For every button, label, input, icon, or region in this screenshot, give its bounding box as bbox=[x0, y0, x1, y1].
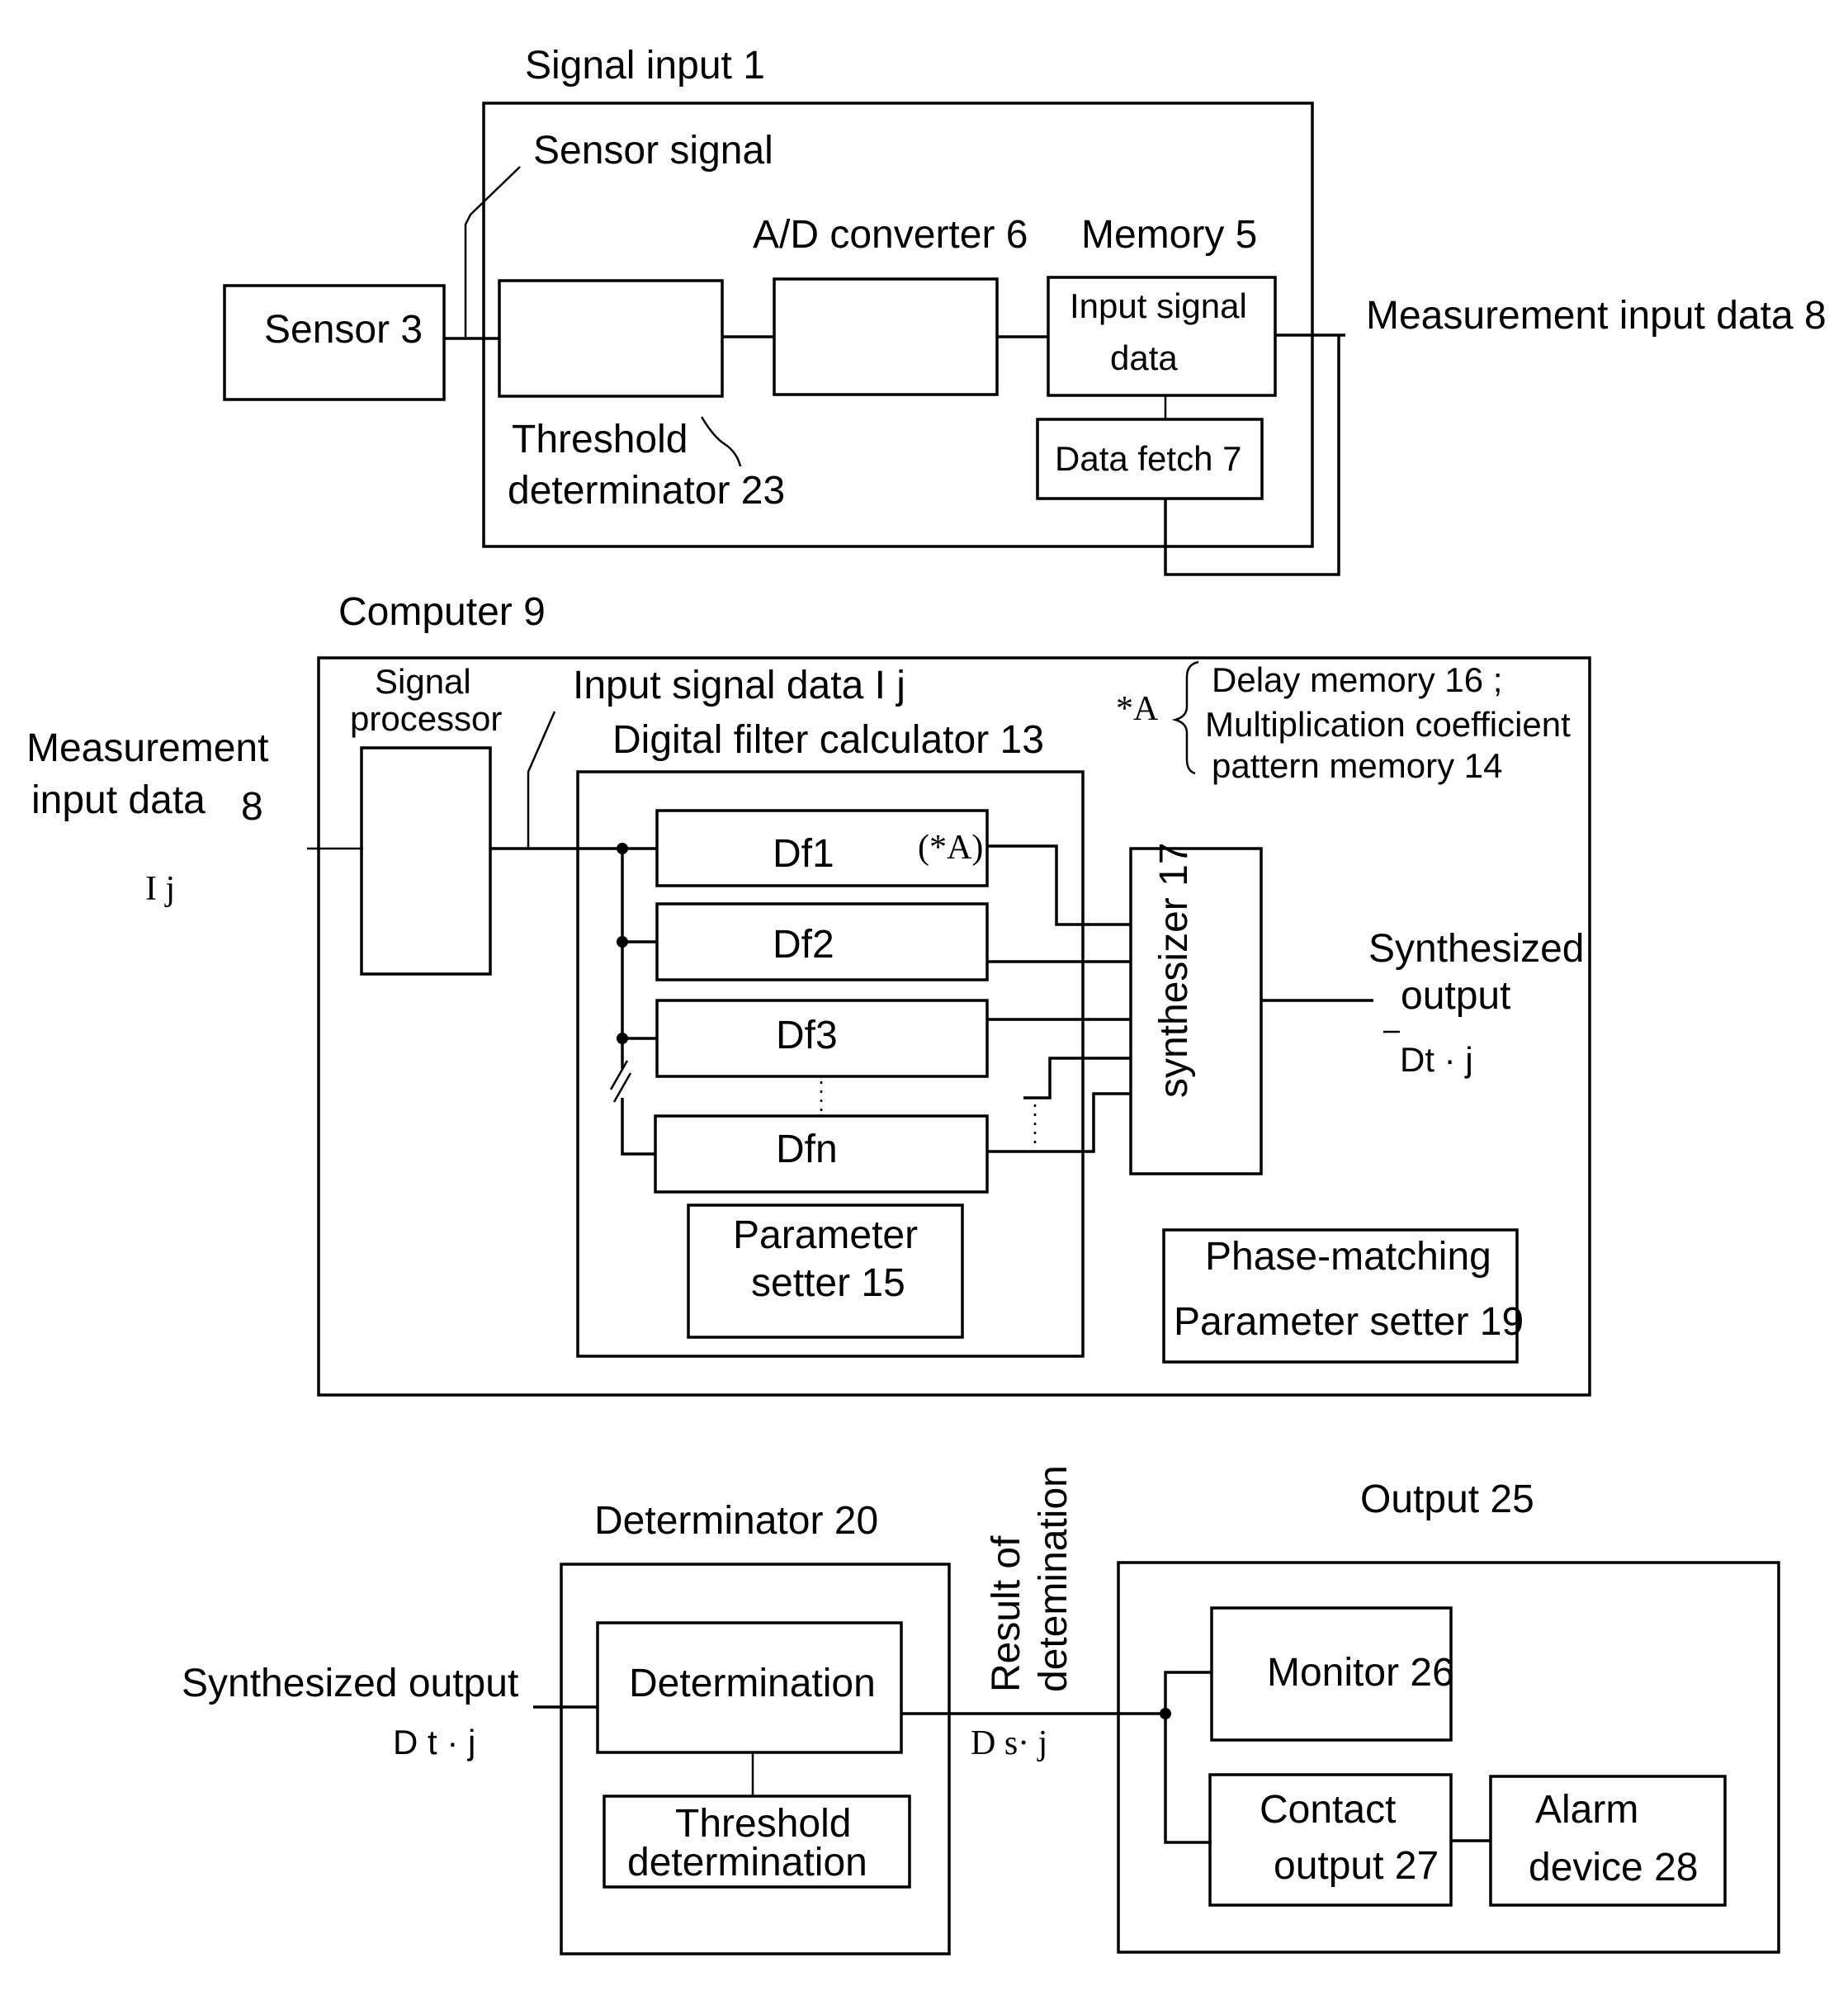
sensor-signal-label: Sensor signal bbox=[533, 129, 773, 173]
block-diagram: Signal input 1 Sensor 3 Sensor signal Th… bbox=[26, 44, 1827, 1955]
phase-matching-label-2: Parameter setter 19 bbox=[1174, 1300, 1524, 1344]
threshold-determinator-label-2: determinator 23 bbox=[508, 469, 785, 513]
wire-to-contact bbox=[1164, 1714, 1212, 1844]
filter-df1-note: (*A) bbox=[918, 829, 983, 867]
filter-dfn-label: Dfn bbox=[776, 1128, 838, 1171]
result-label-1: Result of bbox=[985, 1535, 1028, 1692]
wire-dfn-synth bbox=[987, 1092, 1131, 1153]
signal-input-title: Signal input 1 bbox=[525, 44, 765, 87]
memory-content-1: Input signal bbox=[1070, 286, 1247, 325]
signal-processor-label-1: Signal bbox=[375, 662, 471, 701]
contact-output-label-2: output 27 bbox=[1274, 1844, 1439, 1888]
determinator-section: Determinator 20 Synthesized output D t ·… bbox=[182, 1465, 1075, 1955]
break-mark bbox=[609, 1060, 632, 1103]
input-signal-data-label: Input signal data I j bbox=[573, 664, 905, 707]
wire-dfx-synth bbox=[1023, 1057, 1131, 1099]
synth-output-label-2: output bbox=[1401, 974, 1510, 1018]
computer-section: Computer 9 Measurement input data 8 I j … bbox=[26, 590, 1591, 1397]
computer-input-label-2: input data bbox=[31, 778, 206, 822]
signal-processor-box bbox=[360, 746, 492, 976]
computer-input-label-num: 8 bbox=[241, 785, 263, 829]
junction-df1 bbox=[617, 843, 628, 854]
determinator-input-symbol: D t · j bbox=[393, 1723, 475, 1761]
parameter-setter-label-2: setter 15 bbox=[751, 1261, 905, 1305]
synthesizer-label: synthesizer 17 bbox=[1152, 843, 1196, 1099]
threshold-determination-label-2: determination bbox=[627, 1841, 867, 1884]
note-brace bbox=[1171, 660, 1199, 775]
output-title: Output 25 bbox=[1360, 1478, 1534, 1521]
computer-input-symbol: I j bbox=[145, 870, 175, 908]
signal-processor-label-2: processor bbox=[350, 699, 502, 738]
computer-title: Computer 9 bbox=[338, 590, 546, 634]
contact-output-label-1: Contact bbox=[1260, 1788, 1396, 1832]
signal-input-section: Signal input 1 Sensor 3 Sensor signal Th… bbox=[223, 44, 1827, 576]
data-fetch-label: Data fetch 7 bbox=[1055, 439, 1241, 478]
filter-df3-label: Df3 bbox=[776, 1014, 838, 1057]
wire-df1-synth bbox=[987, 844, 1131, 926]
synthesizer-box bbox=[1129, 847, 1263, 1175]
note-marker: *A bbox=[1116, 690, 1159, 728]
synth-output-label-1: Synthesized bbox=[1368, 927, 1585, 971]
determinator-input-label: Synthesized output bbox=[182, 1662, 518, 1705]
wire-to-monitor bbox=[1164, 1671, 1212, 1714]
ad-converter-box bbox=[773, 277, 999, 396]
ad-converter-label: A/D converter 6 bbox=[753, 213, 1028, 257]
phase-matching-label-1: Phase-matching bbox=[1205, 1235, 1491, 1279]
note-line-1: Delay memory 16 ; bbox=[1212, 660, 1502, 699]
threshold-determinator-label-1: Threshold bbox=[512, 418, 688, 461]
filter-df2-label: Df2 bbox=[773, 923, 834, 967]
threshold-leader bbox=[700, 416, 742, 467]
threshold-determination-label-1: Threshold bbox=[675, 1802, 851, 1846]
determination-label: Determination bbox=[629, 1662, 876, 1705]
result-label-2: detemination bbox=[1032, 1465, 1075, 1692]
alarm-device-label-2: device 28 bbox=[1529, 1846, 1698, 1889]
threshold-determinator-box bbox=[498, 279, 724, 398]
alarm-device-label-1: Alarm bbox=[1535, 1788, 1638, 1832]
synth-output-symbol: Dt · j bbox=[1400, 1040, 1473, 1079]
input-signal-data-leader bbox=[527, 711, 556, 849]
sensor-signal-leader bbox=[464, 166, 521, 337]
measurement-input-data-label: Measurement input data 8 bbox=[1366, 294, 1827, 338]
note-line-2: Multiplication coefficient bbox=[1205, 705, 1571, 744]
note-line-3: pattern memory 14 bbox=[1212, 746, 1503, 785]
memory-content-2: data bbox=[1110, 338, 1178, 377]
determinator-title: Determinator 20 bbox=[594, 1499, 878, 1543]
filter-df1-label: Df1 bbox=[773, 832, 834, 876]
output-box bbox=[1117, 1561, 1780, 1954]
sensor-label: Sensor 3 bbox=[264, 308, 423, 352]
parameter-setter-label-1: Parameter bbox=[733, 1213, 918, 1257]
memory-label: Memory 5 bbox=[1081, 213, 1257, 257]
wire-bus-dfn bbox=[621, 1098, 655, 1156]
computer-input-label-1: Measurement bbox=[26, 726, 268, 770]
result-symbol: D s· j bbox=[971, 1724, 1047, 1762]
monitor-label: Monitor 26 bbox=[1267, 1651, 1454, 1695]
digital-filter-calculator-label: Digital filter calculator 13 bbox=[612, 718, 1044, 762]
